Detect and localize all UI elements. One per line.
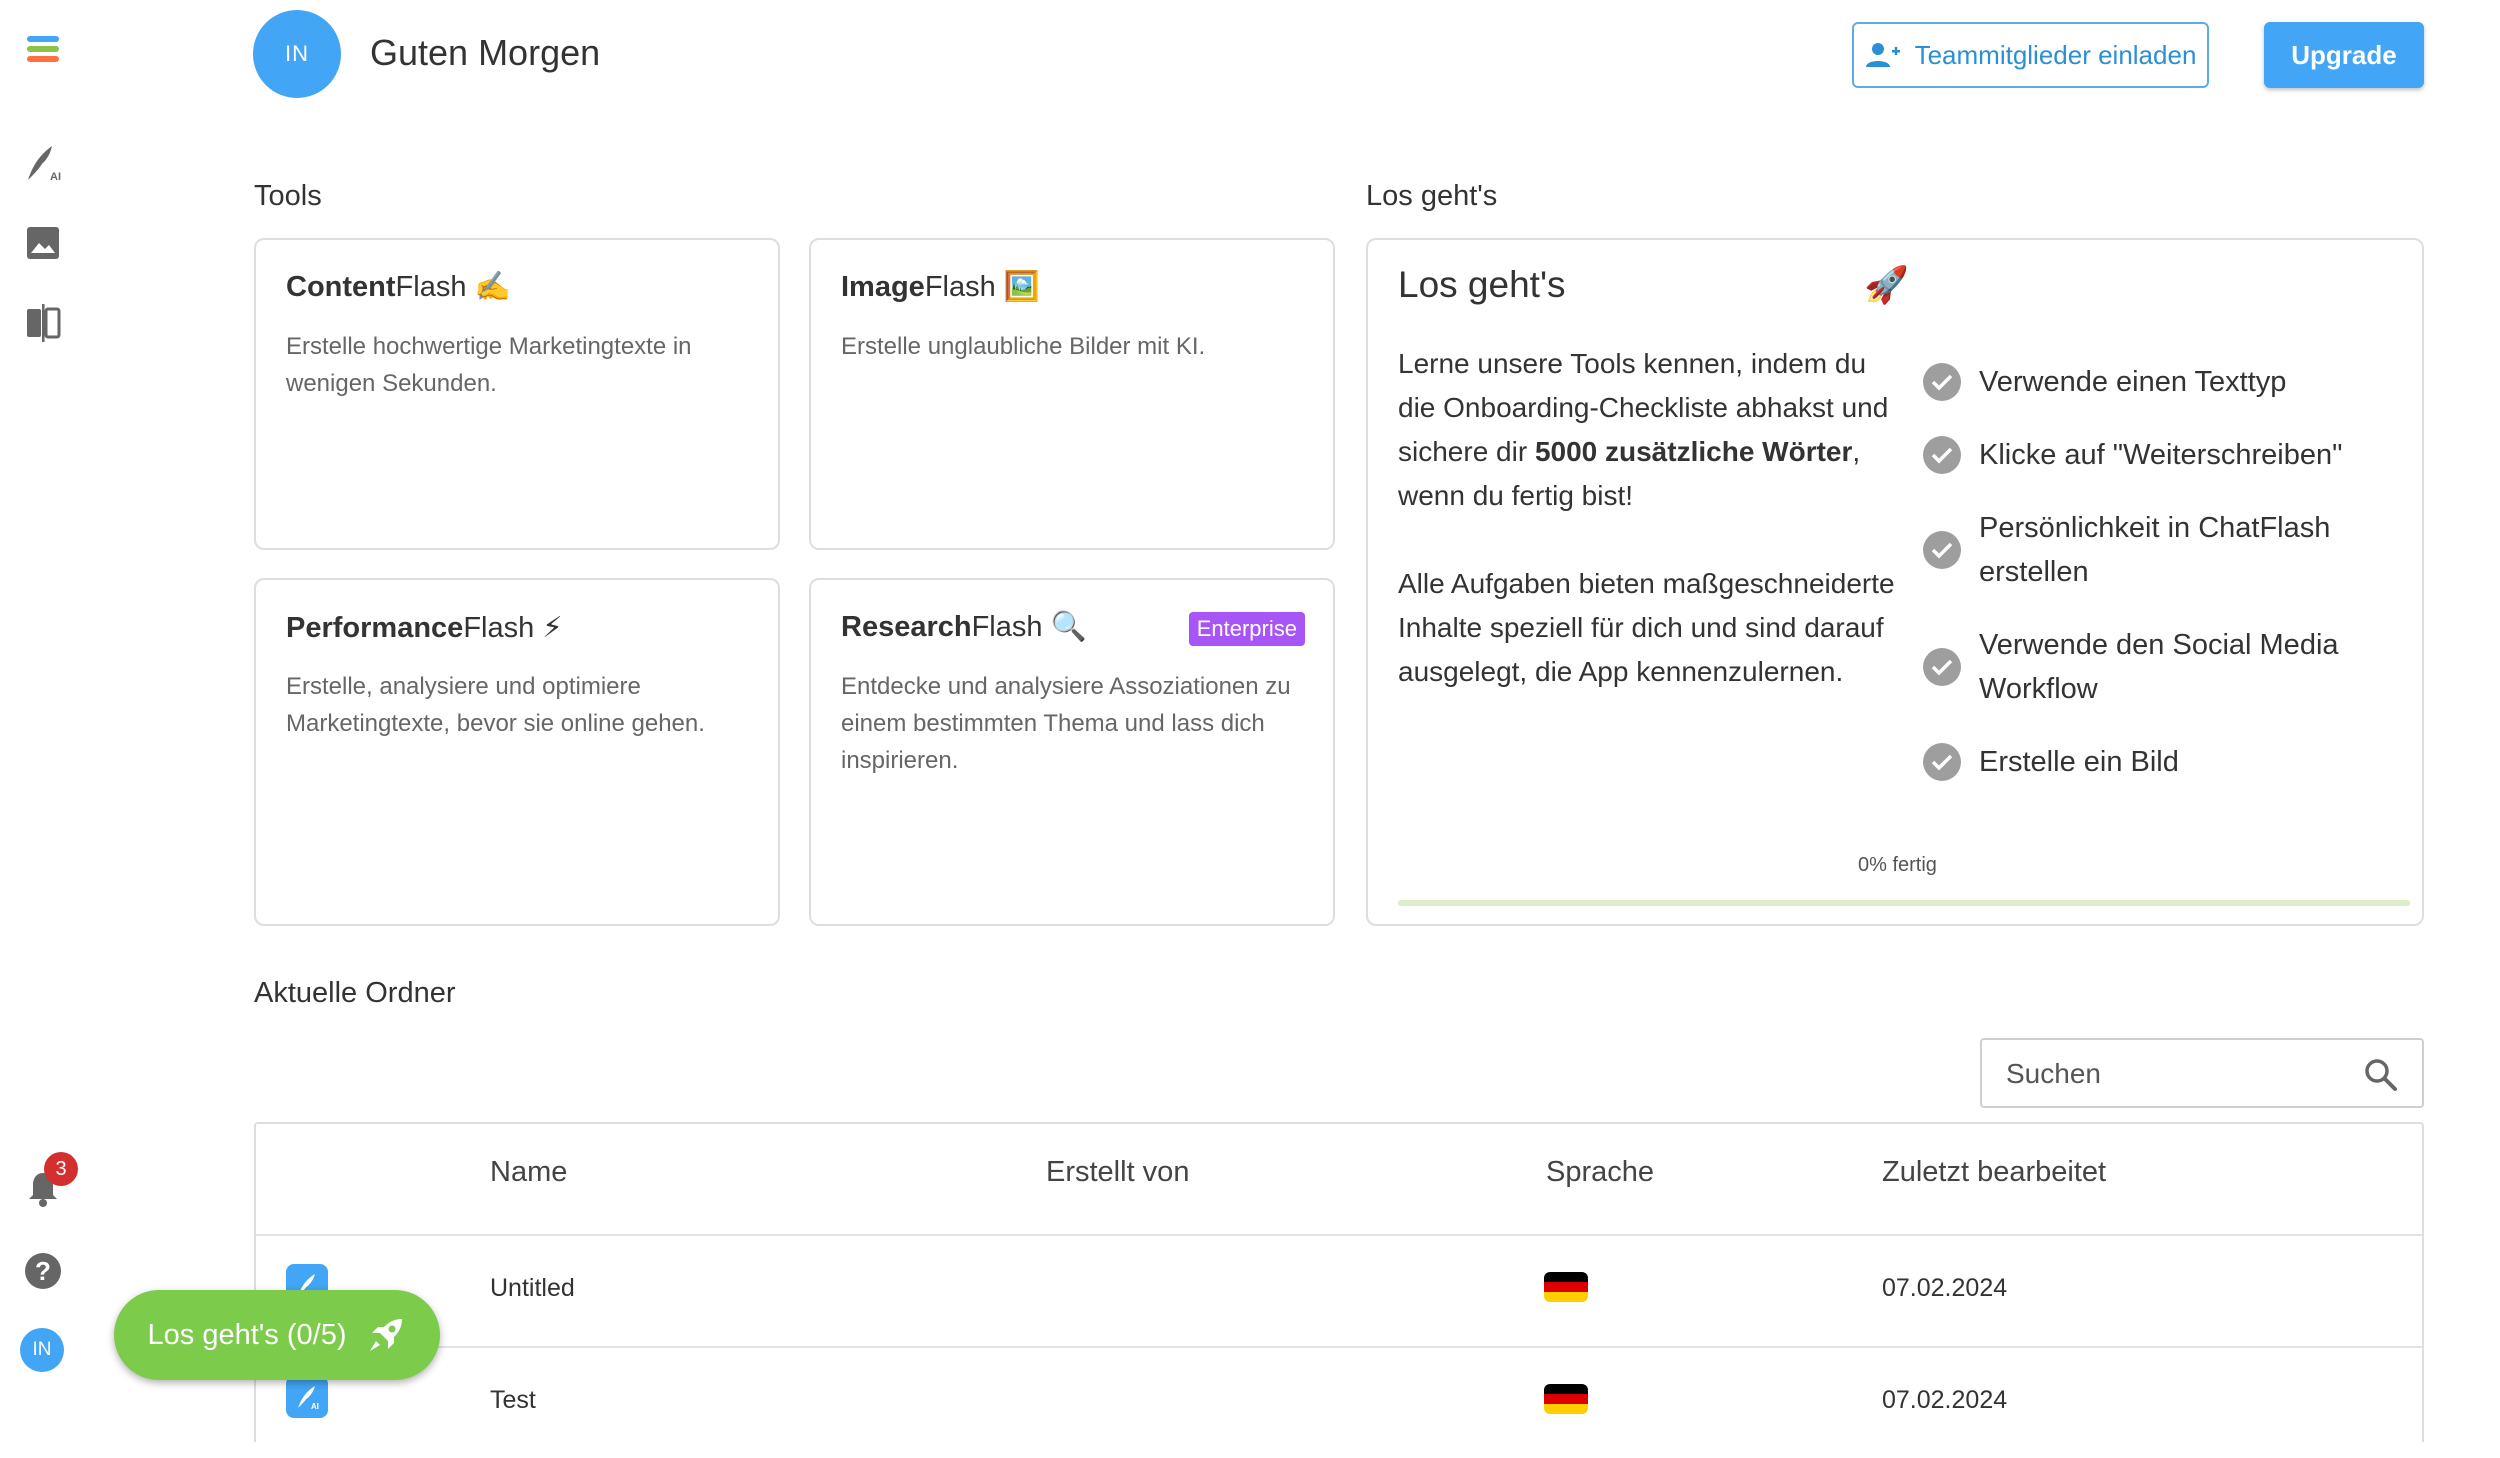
performanceflash-card[interactable]: PerformanceFlash ⚡ Erstelle, analysiere … <box>254 578 780 926</box>
user-avatar[interactable]: IN <box>253 10 341 98</box>
lightning-icon: ⚡ <box>542 612 563 644</box>
check-icon <box>1923 436 1961 474</box>
onboarding-description: Lerne unsere Tools kennen, indem du die … <box>1398 348 1895 687</box>
researchflash-card[interactable]: ResearchFlash 🔍 Enterprise Entdecke und … <box>809 578 1335 926</box>
onboarding-card: Los geht's 🚀 Lerne unsere Tools kennen, … <box>1366 238 2424 926</box>
checklist-item[interactable]: Klicke auf "Weiterschreiben" <box>1923 433 2403 477</box>
card-title: PerformanceFlash ⚡ <box>286 612 563 644</box>
card-description: Erstelle hochwertige Marketingtexte in w… <box>286 333 692 397</box>
onboarding-progress-button[interactable]: Los geht's (0/5) <box>114 1290 440 1380</box>
card-description: Erstelle unglaubliche Bilder mit KI. <box>841 333 1206 360</box>
ai-writer-icon[interactable]: AI <box>22 142 64 184</box>
folder-name: Untitled <box>490 1274 575 1302</box>
notification-badge: 3 <box>44 1152 78 1186</box>
column-header-language[interactable]: Sprache <box>1546 1156 1654 1189</box>
svg-text:?: ? <box>35 1256 51 1286</box>
contentflash-card[interactable]: ContentFlash ✍️ Erstelle hochwertige Mar… <box>254 238 780 550</box>
sidebar: AI 3 ? IN <box>0 0 86 1409</box>
check-icon <box>1923 743 1961 781</box>
german-flag-icon <box>1544 1272 1588 1302</box>
checklist-item[interactable]: Persönlichkeit in ChatFlash erstellen <box>1923 506 2403 594</box>
onboarding-progress-label: Los geht's (0/5) <box>147 1318 347 1351</box>
menu-icon[interactable] <box>22 28 64 70</box>
svg-text:AI: AI <box>311 1402 319 1411</box>
upgrade-button[interactable]: Upgrade <box>2264 22 2424 88</box>
checklist-item[interactable]: Verwende einen Texttyp <box>1923 360 2403 404</box>
invite-team-button[interactable]: Teammitglieder einladen <box>1852 22 2209 88</box>
search-icon[interactable] <box>2364 1058 2398 1092</box>
table-row[interactable]: AI Untitled 07.02.2024 <box>256 1234 2422 1346</box>
checklist-item[interactable]: Erstelle ein Bild <box>1923 740 2403 784</box>
folder-last-edited: 07.02.2024 <box>1882 1386 2008 1414</box>
search-field[interactable] <box>1980 1038 2424 1108</box>
card-description: Entdecke und analysiere Assoziationen zu… <box>841 673 1291 774</box>
magnifier-icon: 🔍 <box>1050 611 1087 643</box>
folders-section-title: Aktuelle Ordner <box>254 977 456 1009</box>
greeting-title: Guten Morgen <box>370 32 601 73</box>
folders-table: Name Erstellt von Sprache Zuletzt bearbe… <box>254 1122 2424 1442</box>
enterprise-badge: Enterprise <box>1188 612 1305 646</box>
rocket-icon: 🚀 <box>1864 264 1909 305</box>
progress-label: 0% fertig <box>1858 854 1937 876</box>
card-title: ResearchFlash 🔍 <box>841 611 1087 643</box>
image-icon[interactable] <box>22 222 64 264</box>
user-avatar-small[interactable]: IN <box>20 1328 64 1372</box>
tools-section-title: Tools <box>254 180 322 212</box>
document-ai-icon: AI <box>286 1376 328 1418</box>
column-header-name[interactable]: Name <box>490 1156 567 1189</box>
imageflash-card[interactable]: ImageFlash 🖼️ Erstelle unglaubliche Bild… <box>809 238 1335 550</box>
add-person-icon <box>1865 43 1900 67</box>
onboarding-checklist: Verwende einen Texttyp Klicke auf "Weite… <box>1923 360 2403 813</box>
progress-bar <box>1398 900 2410 906</box>
folder-last-edited: 07.02.2024 <box>1882 1274 2008 1302</box>
framed-picture-icon: 🖼️ <box>1003 271 1040 303</box>
check-icon <box>1923 363 1961 401</box>
onboarding-section-title: Los geht's <box>1366 180 1498 212</box>
compare-icon[interactable] <box>22 302 64 344</box>
svg-text:AI: AI <box>50 171 61 183</box>
column-header-creator[interactable]: Erstellt von <box>1046 1156 1189 1189</box>
german-flag-icon <box>1544 1384 1588 1414</box>
table-row[interactable]: AI Test 07.02.2024 <box>256 1346 2422 1458</box>
invite-team-label: Teammitglieder einladen <box>1914 39 2197 70</box>
help-icon[interactable]: ? <box>22 1250 64 1292</box>
checklist-item[interactable]: Verwende den Social Media Workflow <box>1923 623 2403 711</box>
rocket-icon <box>370 1319 403 1351</box>
writing-hand-icon: ✍️ <box>474 271 511 303</box>
onboarding-title: Los geht's <box>1398 264 1566 305</box>
check-icon <box>1923 531 1961 569</box>
column-header-last-edited[interactable]: Zuletzt bearbeitet <box>1882 1156 2106 1189</box>
check-icon <box>1923 648 1961 686</box>
search-input[interactable] <box>2006 1050 2346 1098</box>
card-description: Erstelle, analysiere und optimiere Marke… <box>286 673 705 737</box>
card-title: ContentFlash ✍️ <box>286 271 511 303</box>
folder-name: Test <box>490 1386 536 1414</box>
card-title: ImageFlash 🖼️ <box>841 271 1040 303</box>
